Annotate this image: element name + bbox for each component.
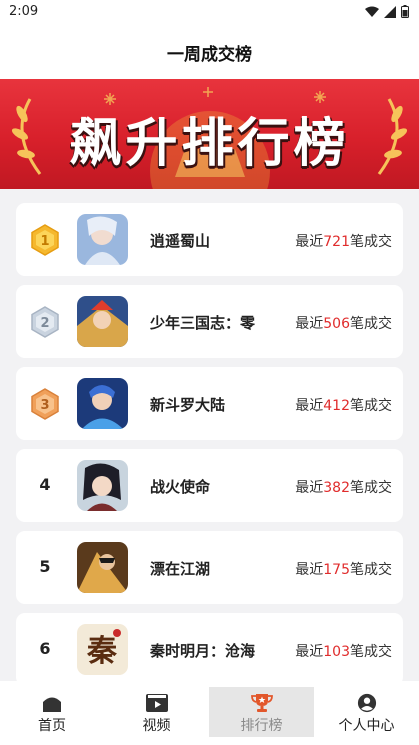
deal-count: 382: [323, 480, 350, 496]
rank-number: 4: [39, 475, 51, 494]
status-time: 2:09: [9, 4, 39, 19]
tab-home[interactable]: 首页: [0, 687, 104, 737]
tab-label: 个人中心: [338, 718, 395, 734]
bronze-medal-icon: 3: [31, 388, 59, 420]
game-name: 新斗罗大陆: [150, 396, 226, 414]
ranking-card[interactable]: 3 新斗罗大陆 最近412笔成交: [16, 367, 403, 440]
rank-number: 1: [40, 234, 49, 249]
deal-count-text: 最近721笔成交: [295, 234, 392, 250]
video-icon: [145, 694, 168, 712]
signal-icon: [384, 5, 396, 18]
ranking-card[interactable]: 6 秦 秦时明月：沧海 最近103笔成交: [16, 613, 403, 686]
ranking-card[interactable]: 1 逍遥蜀山 最近721笔成交: [16, 203, 403, 276]
rank-number: 2: [40, 316, 49, 331]
ranking-card[interactable]: 4 战火使命 最近382笔成交: [16, 449, 403, 522]
home-icon: [43, 697, 61, 712]
gold-medal-icon: 1: [31, 224, 59, 256]
deal-count-text: 最近175笔成交: [295, 562, 392, 578]
tab-label: 排行榜: [240, 718, 283, 734]
silver-medal-icon: 2: [31, 306, 59, 338]
game-icon-douluo: [77, 378, 128, 429]
deal-count: 175: [323, 562, 350, 578]
tab-video[interactable]: 视频: [104, 687, 209, 737]
tab-label: 首页: [38, 718, 66, 734]
user-icon: [357, 693, 376, 713]
page-title: 一周成交榜: [167, 45, 252, 65]
deal-count: 412: [323, 398, 350, 414]
game-icon-shaonian-sanguo: [77, 296, 128, 347]
rank-number: 3: [40, 398, 49, 413]
svg-text:秦: 秦: [86, 634, 118, 669]
game-name: 逍遥蜀山: [150, 232, 211, 250]
status-bar: 2:09: [0, 0, 419, 26]
banner-title: 飙升排行榜: [69, 114, 350, 174]
tab-label: 视频: [142, 718, 171, 734]
wifi-icon: [365, 6, 379, 17]
game-name: 漂在江湖: [150, 560, 211, 578]
bottom-tab-bar: 首页 视频 排行榜 个人中心: [0, 681, 419, 745]
ranking-banner: 飙升排行榜: [0, 79, 419, 189]
tab-profile[interactable]: 个人中心: [314, 687, 419, 737]
deal-count-text: 最近506笔成交: [295, 316, 392, 332]
page-header: 一周成交榜: [0, 26, 419, 79]
deal-count-text: 最近382笔成交: [295, 480, 392, 496]
game-icon-piaozai: [77, 542, 128, 593]
deal-count: 103: [323, 644, 350, 660]
status-icons: [365, 5, 409, 18]
deal-count-text: 最近412笔成交: [295, 398, 392, 414]
trophy-icon: [250, 694, 273, 712]
rank-number: 6: [39, 639, 51, 658]
game-icon-qinshi: 秦: [77, 624, 128, 675]
tab-ranking[interactable]: 排行榜: [209, 687, 314, 737]
ranking-card[interactable]: 5 漂在江湖 最近175笔成交: [16, 531, 403, 604]
game-icon-xiaoyao: [77, 214, 128, 265]
game-name: 秦时明月：沧海: [150, 642, 256, 660]
rank-number: 5: [39, 557, 51, 576]
deal-count: 721: [323, 234, 350, 250]
deal-count-text: 最近103笔成交: [295, 644, 392, 660]
battery-icon: [401, 5, 409, 18]
deal-count: 506: [323, 316, 350, 332]
game-name: 少年三国志：零: [150, 314, 256, 332]
game-icon-zhanhuo: [77, 460, 128, 511]
ranking-card[interactable]: 2 少年三国志：零 最近506笔成交: [16, 285, 403, 358]
game-name: 战火使命: [150, 478, 211, 496]
